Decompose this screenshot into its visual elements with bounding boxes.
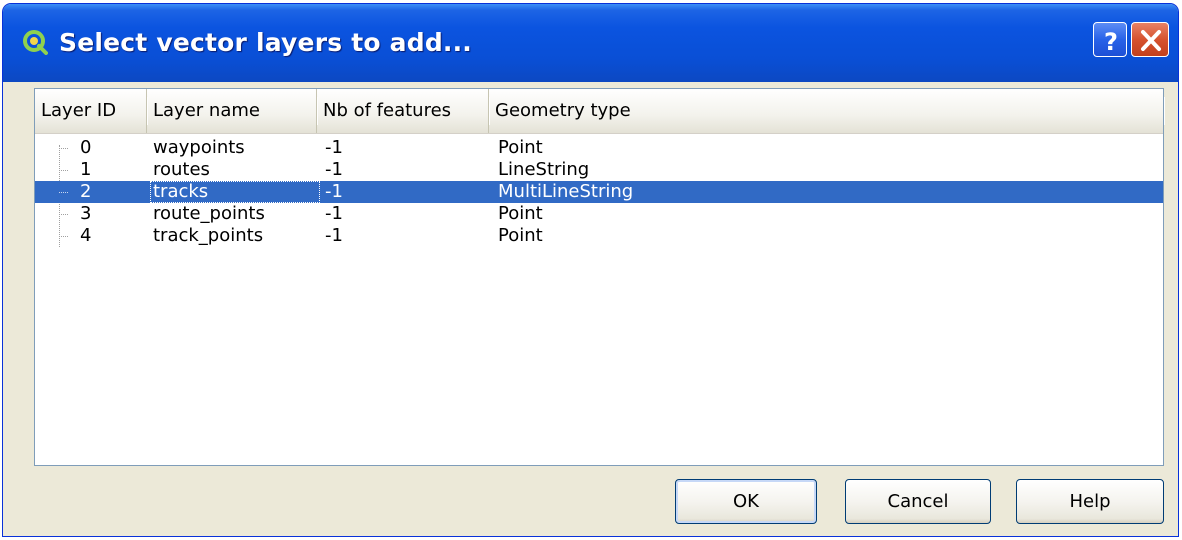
tree-branch xyxy=(59,192,68,193)
title-bar[interactable]: Select vector layers to add... ? xyxy=(3,4,1178,82)
help-button[interactable]: Help xyxy=(1016,479,1164,524)
qgis-icon xyxy=(23,30,48,55)
cell-layer-id: 2 xyxy=(80,181,92,202)
table-row-selected[interactable]: 2 tracks -1 MultiLineString xyxy=(35,181,1163,203)
table-header: Layer ID Layer name Nb of features Geome… xyxy=(35,89,1165,134)
cell-geometry-type: Point xyxy=(498,203,543,224)
column-header-geometry-type[interactable]: Geometry type xyxy=(489,89,1165,133)
layer-list[interactable]: Layer ID Layer name Nb of features Geome… xyxy=(34,88,1165,466)
cell-layer-id: 3 xyxy=(80,203,92,224)
cell-layer-name: waypoints xyxy=(153,137,245,158)
table-row[interactable]: 3 route_points -1 Point xyxy=(35,203,1163,225)
cancel-button[interactable]: Cancel xyxy=(845,479,991,524)
cell-geometry-type: LineString xyxy=(498,159,590,180)
cell-feature-count: -1 xyxy=(325,137,343,158)
tree-branch xyxy=(59,170,68,171)
tree-branch xyxy=(59,148,68,149)
cell-layer-id: 1 xyxy=(80,159,92,180)
cell-feature-count: -1 xyxy=(325,159,343,180)
window-title: Select vector layers to add... xyxy=(59,28,473,57)
cell-layer-name: tracks xyxy=(153,181,209,202)
title-close-button[interactable] xyxy=(1131,22,1169,57)
tree-branch xyxy=(59,214,68,215)
cell-layer-name: routes xyxy=(153,159,210,180)
dialog-window: Select vector layers to add... ? Layer I… xyxy=(3,4,1178,536)
cell-geometry-type: Point xyxy=(498,137,543,158)
cell-geometry-type: MultiLineString xyxy=(498,181,634,202)
column-header-nb-features[interactable]: Nb of features xyxy=(317,89,490,133)
cell-layer-name: route_points xyxy=(153,203,265,224)
table-row[interactable]: 1 routes -1 LineString xyxy=(35,159,1163,181)
cell-layer-name: track_points xyxy=(153,225,264,246)
question-icon: ? xyxy=(1104,28,1118,56)
tree-branch xyxy=(59,236,68,237)
column-header-layer-name[interactable]: Layer name xyxy=(147,89,318,133)
table-row[interactable]: 4 track_points -1 Point xyxy=(35,225,1163,247)
cell-layer-id: 4 xyxy=(80,225,92,246)
title-help-button[interactable]: ? xyxy=(1093,22,1127,57)
ok-button[interactable]: OK xyxy=(675,479,817,524)
cell-layer-id: 0 xyxy=(80,137,92,158)
close-icon xyxy=(1141,30,1161,51)
cell-feature-count: -1 xyxy=(325,203,343,224)
cell-feature-count: -1 xyxy=(325,181,343,202)
cell-geometry-type: Point xyxy=(498,225,543,246)
svg-text:?: ? xyxy=(1104,28,1118,56)
column-header-layer-id[interactable]: Layer ID xyxy=(35,89,148,133)
cell-feature-count: -1 xyxy=(325,225,343,246)
table-row[interactable]: 0 waypoints -1 Point xyxy=(35,137,1163,159)
